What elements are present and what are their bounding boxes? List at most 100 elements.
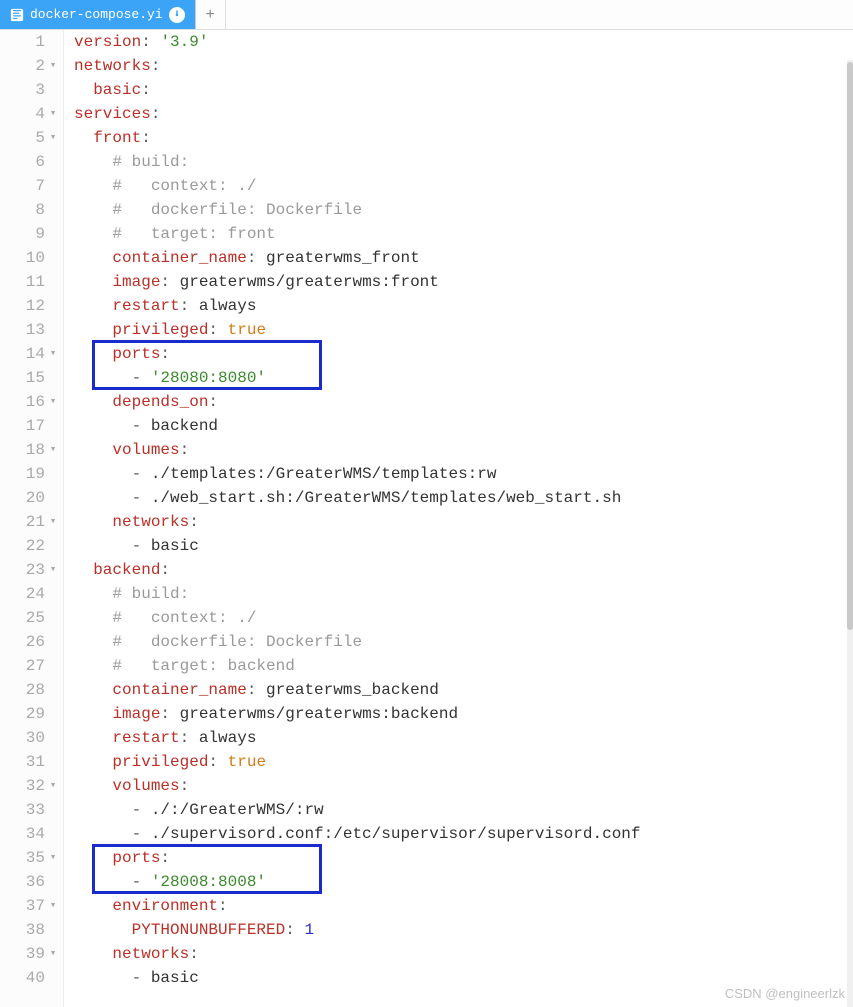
token-str: '28080:8080' <box>151 369 266 387</box>
token-guide <box>74 729 112 747</box>
scroll-thumb[interactable] <box>847 62 853 630</box>
gutter-line: 36 <box>0 870 63 894</box>
new-tab-button[interactable]: + <box>196 0 226 29</box>
code-line[interactable]: # target: front <box>64 222 853 246</box>
code-line[interactable]: basic: <box>64 78 853 102</box>
fold-toggle-icon[interactable]: ▾ <box>47 900 59 912</box>
line-number: 23 <box>11 558 45 582</box>
code-line[interactable]: image: greaterwms/greaterwms:front <box>64 270 853 294</box>
fold-spacer <box>47 276 59 288</box>
code-line[interactable]: container_name: greaterwms_backend <box>64 678 853 702</box>
line-number: 19 <box>11 462 45 486</box>
code-line[interactable]: - ./:/GreaterWMS/:rw <box>64 798 853 822</box>
code-editor[interactable]: 1 2▾3 4▾5▾6 7 8 9 10 11 12 13 14▾15 16▾1… <box>0 30 853 1007</box>
code-line[interactable]: version: '3.9' <box>64 30 853 54</box>
code-line[interactable]: - '28080:8080' <box>64 366 853 390</box>
line-number: 33 <box>11 798 45 822</box>
code-line[interactable]: - ./web_start.sh:/GreaterWMS/templates/w… <box>64 486 853 510</box>
code-line[interactable]: restart: always <box>64 726 853 750</box>
gutter-line: 23▾ <box>0 558 63 582</box>
code-line[interactable]: environment: <box>64 894 853 918</box>
code-line[interactable]: privileged: true <box>64 318 853 342</box>
code-line[interactable]: image: greaterwms/greaterwms:backend <box>64 702 853 726</box>
fold-spacer <box>47 420 59 432</box>
code-line[interactable]: services: <box>64 102 853 126</box>
token-key: depends_on <box>112 393 208 411</box>
code-line[interactable]: # build: <box>64 582 853 606</box>
code-line[interactable]: networks: <box>64 942 853 966</box>
code-line[interactable]: # context: ./ <box>64 606 853 630</box>
code-line[interactable]: restart: always <box>64 294 853 318</box>
line-number: 36 <box>11 870 45 894</box>
code-area[interactable]: version: '3.9'networks: basic:services: … <box>64 30 853 1007</box>
token-guide <box>74 537 132 555</box>
fold-toggle-icon[interactable]: ▾ <box>47 132 59 144</box>
code-line[interactable]: # build: <box>64 150 853 174</box>
token-punc: : <box>160 561 170 579</box>
fold-toggle-icon[interactable]: ▾ <box>47 564 59 576</box>
vertical-scrollbar[interactable] <box>847 60 853 1007</box>
token-guide <box>74 177 112 195</box>
fold-spacer <box>47 588 59 600</box>
line-number: 17 <box>11 414 45 438</box>
code-line[interactable]: # target: backend <box>64 654 853 678</box>
line-number: 29 <box>11 702 45 726</box>
code-line[interactable]: backend: <box>64 558 853 582</box>
code-line[interactable]: - ./supervisord.conf:/etc/supervisor/sup… <box>64 822 853 846</box>
fold-spacer <box>47 972 59 984</box>
token-comment: # context: ./ <box>112 177 256 195</box>
token-str: '28008:8008' <box>151 873 266 891</box>
token-punc: : <box>141 129 151 147</box>
gutter-line: 26 <box>0 630 63 654</box>
code-line[interactable]: # context: ./ <box>64 174 853 198</box>
fold-toggle-icon[interactable]: ▾ <box>47 348 59 360</box>
gutter-line: 21▾ <box>0 510 63 534</box>
code-line[interactable]: privileged: true <box>64 750 853 774</box>
code-line[interactable]: volumes: <box>64 438 853 462</box>
token-key: networks <box>112 945 189 963</box>
code-line[interactable]: ports: <box>64 342 853 366</box>
token-num: 1 <box>304 921 314 939</box>
gutter-line: 13 <box>0 318 63 342</box>
fold-toggle-icon[interactable]: ▾ <box>47 108 59 120</box>
code-line[interactable]: networks: <box>64 54 853 78</box>
fold-spacer <box>47 36 59 48</box>
fold-toggle-icon[interactable]: ▾ <box>47 948 59 960</box>
token-key: container_name <box>112 681 246 699</box>
fold-toggle-icon[interactable]: ▾ <box>47 780 59 792</box>
fold-toggle-icon[interactable]: ▾ <box>47 60 59 72</box>
code-line[interactable]: volumes: <box>64 774 853 798</box>
code-line[interactable]: - ./templates:/GreaterWMS/templates:rw <box>64 462 853 486</box>
gutter-line: 5▾ <box>0 126 63 150</box>
fold-toggle-icon[interactable]: ▾ <box>47 516 59 528</box>
code-line[interactable]: depends_on: <box>64 390 853 414</box>
code-line[interactable]: - backend <box>64 414 853 438</box>
token-plain: ./:/GreaterWMS/:rw <box>151 801 324 819</box>
code-line[interactable]: # dockerfile: Dockerfile <box>64 198 853 222</box>
fold-spacer <box>47 204 59 216</box>
code-line[interactable]: networks: <box>64 510 853 534</box>
line-number: 4 <box>11 102 45 126</box>
token-key: container_name <box>112 249 246 267</box>
code-line[interactable]: - basic <box>64 534 853 558</box>
tab-docker-compose[interactable]: docker-compose.yi <box>0 0 196 29</box>
code-line[interactable]: - '28008:8008' <box>64 870 853 894</box>
fold-toggle-icon[interactable]: ▾ <box>47 396 59 408</box>
line-number: 18 <box>11 438 45 462</box>
token-key: privileged <box>112 321 208 339</box>
code-line[interactable]: front: <box>64 126 853 150</box>
token-punc: - <box>132 873 151 891</box>
code-line[interactable]: # dockerfile: Dockerfile <box>64 630 853 654</box>
line-number: 30 <box>11 726 45 750</box>
code-line[interactable]: PYTHONUNBUFFERED: 1 <box>64 918 853 942</box>
fold-toggle-icon[interactable]: ▾ <box>47 444 59 456</box>
fold-toggle-icon[interactable]: ▾ <box>47 852 59 864</box>
gutter-line: 18▾ <box>0 438 63 462</box>
code-line[interactable]: container_name: greaterwms_front <box>64 246 853 270</box>
token-punc: : <box>180 729 190 747</box>
unsaved-indicator-icon <box>169 7 185 23</box>
token-comment: # build: <box>112 153 189 171</box>
code-line[interactable]: ports: <box>64 846 853 870</box>
token-guide <box>74 801 132 819</box>
token-key: front <box>93 129 141 147</box>
